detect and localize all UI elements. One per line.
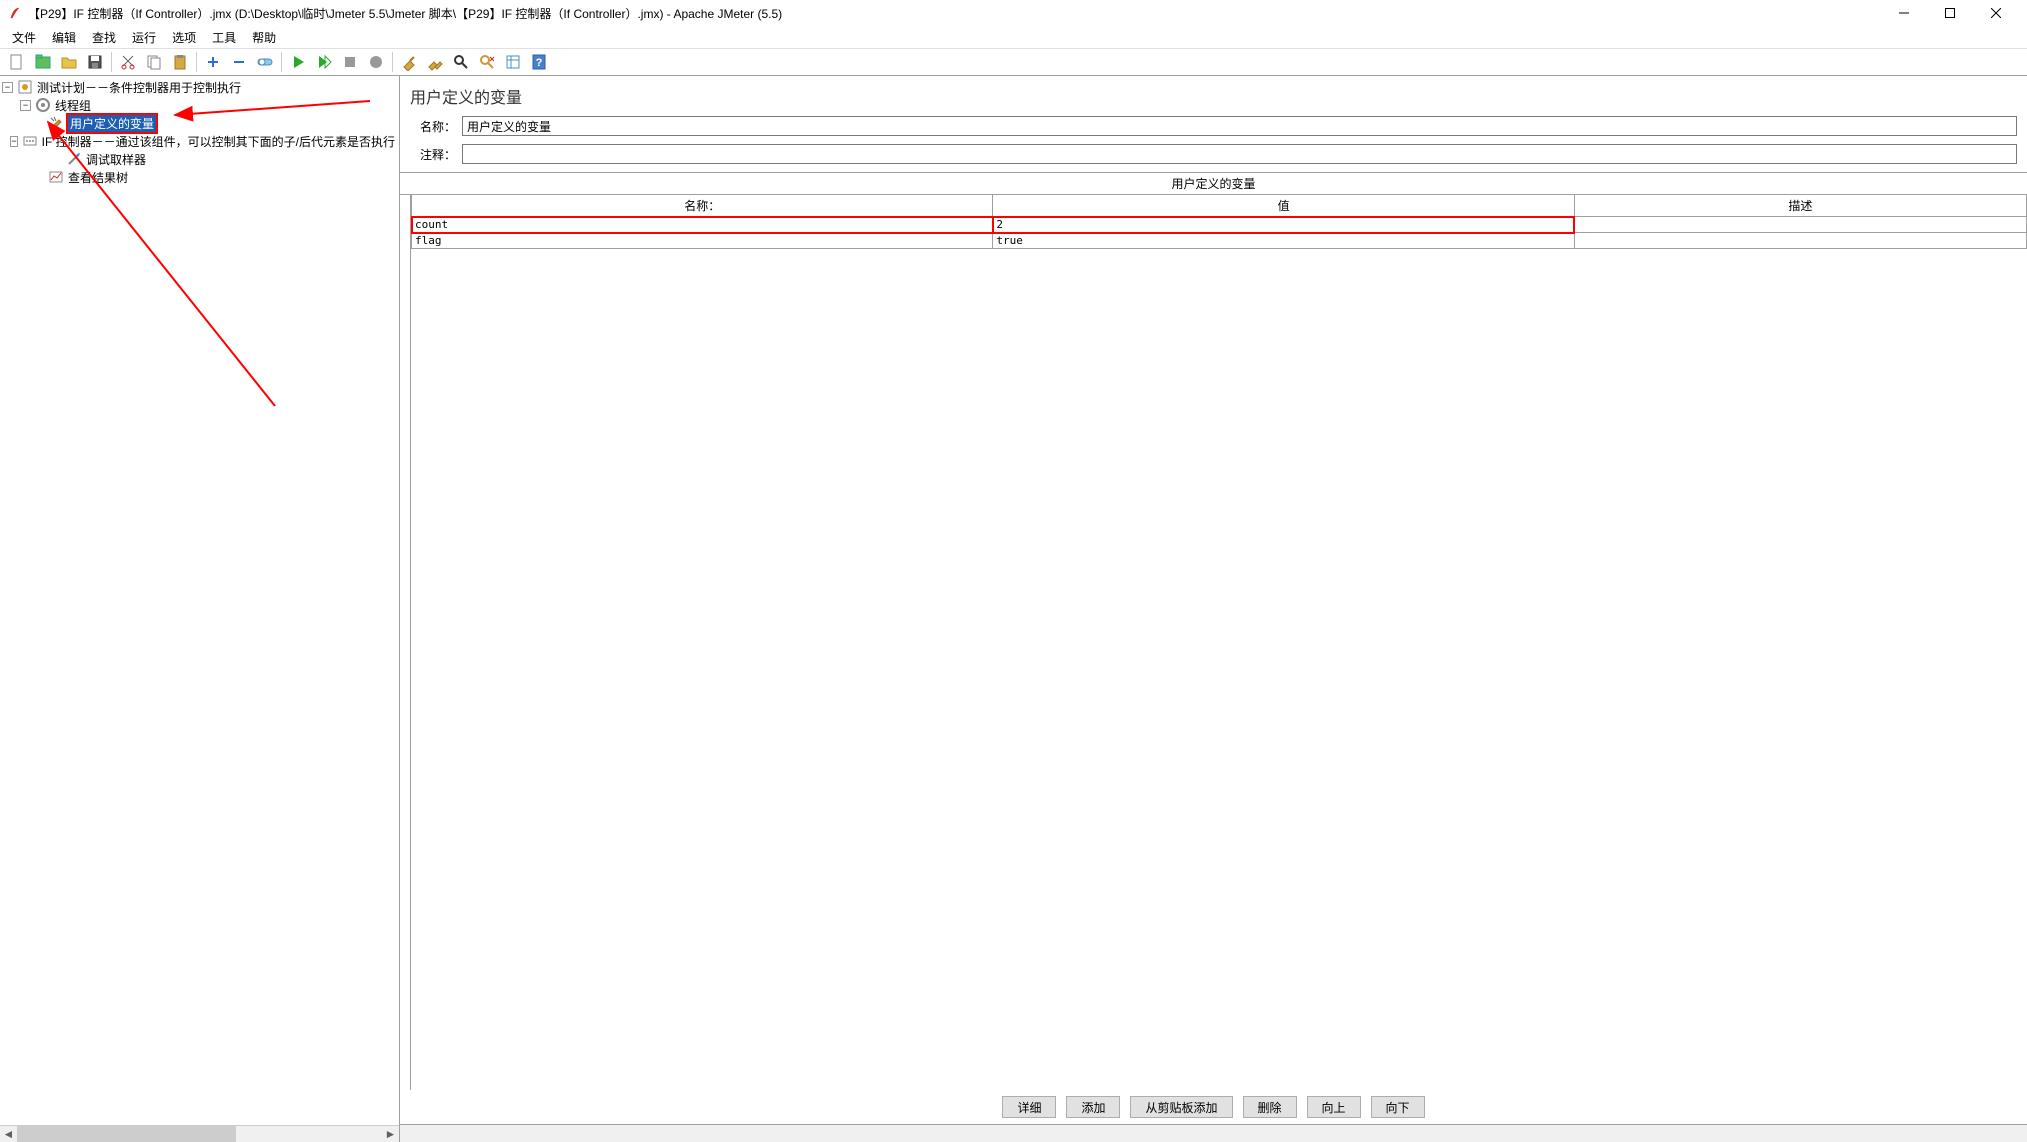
copy-icon[interactable] [142, 50, 166, 74]
function-helper-icon[interactable] [501, 50, 525, 74]
tree-pane: − 测试计划－－条件控制器用于控制执行 − 线程组 用户定义的变量 − IF 控… [0, 76, 400, 1142]
config-icon [48, 115, 64, 131]
menu-edit[interactable]: 编辑 [44, 27, 84, 48]
sampler-icon [66, 151, 82, 167]
comment-input[interactable] [462, 144, 2017, 164]
start-icon[interactable] [286, 50, 310, 74]
menu-bar: 文件 编辑 查找 运行 选项 工具 帮助 [0, 26, 2027, 48]
shutdown-icon[interactable] [364, 50, 388, 74]
collapse-toggle[interactable]: − [20, 100, 31, 111]
tree-scrollbar-horizontal[interactable]: ◄ ► [0, 1125, 399, 1142]
cell-desc[interactable] [1574, 233, 2026, 249]
comment-row: 注释： [400, 140, 2027, 168]
tree-view-results[interactable]: 查看结果树 [2, 168, 397, 186]
window-controls [1881, 0, 2019, 26]
cell-value[interactable]: 2 [993, 217, 1574, 233]
panel-title: 用户定义的变量 [400, 76, 2027, 112]
menu-help[interactable]: 帮助 [244, 27, 284, 48]
col-desc[interactable]: 描述 [1574, 195, 2026, 217]
controller-icon [22, 133, 38, 149]
listener-icon [48, 169, 64, 185]
editor-panel: 用户定义的变量 名称： 注释： 用户定义的变量 名称： 值 描述 [400, 76, 2027, 1142]
open-icon[interactable] [57, 50, 81, 74]
reset-search-icon[interactable] [475, 50, 499, 74]
expand-icon[interactable] [201, 50, 225, 74]
app-icon [8, 6, 22, 20]
scroll-left-icon[interactable]: ◄ [0, 1126, 17, 1142]
toggle-icon[interactable] [253, 50, 277, 74]
col-name[interactable]: 名称： [412, 195, 993, 217]
comment-label: 注释： [410, 146, 456, 163]
status-bar [400, 1124, 2027, 1142]
down-button[interactable]: 向下 [1371, 1096, 1425, 1118]
templates-icon[interactable] [31, 50, 55, 74]
maximize-button[interactable] [1927, 0, 1973, 26]
menu-file[interactable]: 文件 [4, 27, 44, 48]
menu-tools[interactable]: 工具 [204, 27, 244, 48]
table-row[interactable]: flag true [412, 233, 2027, 249]
add-from-clipboard-button[interactable]: 从剪贴板添加 [1130, 1096, 1232, 1118]
collapse-icon[interactable] [227, 50, 251, 74]
window-title: 【P29】IF 控制器（If Controller）.jmx (D:\Deskt… [28, 5, 1881, 22]
svg-text:?: ? [536, 57, 543, 69]
tree-udv[interactable]: 用户定义的变量 [2, 114, 397, 132]
button-bar: 详细 添加 从剪贴板添加 删除 向上 向下 [400, 1090, 2027, 1124]
paste-icon[interactable] [168, 50, 192, 74]
menu-run[interactable]: 运行 [124, 27, 164, 48]
scroll-right-icon[interactable]: ► [382, 1126, 399, 1142]
toolbar: ? [0, 48, 2027, 76]
save-icon[interactable] [83, 50, 107, 74]
cell-desc[interactable] [1574, 217, 2026, 233]
stop-icon[interactable] [338, 50, 362, 74]
menu-search[interactable]: 查找 [84, 27, 124, 48]
table-row[interactable]: count 2 [412, 217, 2027, 233]
name-input[interactable] [462, 116, 2017, 136]
variables-table-wrap: 名称： 值 描述 count 2 flag true [410, 195, 2027, 1090]
tree-root[interactable]: − 测试计划－－条件控制器用于控制执行 [2, 78, 397, 96]
tree-debug-sampler[interactable]: 调试取样器 [2, 150, 397, 168]
col-value[interactable]: 值 [993, 195, 1574, 217]
cell-value[interactable]: true [993, 233, 1574, 249]
title-bar: 【P29】IF 控制器（If Controller）.jmx (D:\Deskt… [0, 0, 2027, 26]
threadgroup-icon [35, 97, 51, 113]
delete-button[interactable]: 删除 [1243, 1096, 1297, 1118]
name-label: 名称： [410, 118, 456, 135]
new-icon[interactable] [5, 50, 29, 74]
clear-all-icon[interactable] [423, 50, 447, 74]
collapse-toggle[interactable]: − [2, 82, 13, 93]
tree-if-controller[interactable]: − IF 控制器－－通过该组件，可以控制其下面的子/后代元素是否执行 [2, 132, 397, 150]
collapse-toggle[interactable]: − [10, 136, 17, 147]
scroll-thumb[interactable] [17, 1126, 236, 1142]
name-row: 名称： [400, 112, 2027, 140]
help-icon[interactable]: ? [527, 50, 551, 74]
variables-table[interactable]: 名称： 值 描述 count 2 flag true [411, 195, 2027, 249]
up-button[interactable]: 向上 [1307, 1096, 1361, 1118]
testplan-icon [17, 79, 33, 95]
cut-icon[interactable] [116, 50, 140, 74]
section-header: 用户定义的变量 [400, 172, 2027, 195]
add-button[interactable]: 添加 [1066, 1096, 1120, 1118]
tree-thread-group[interactable]: − 线程组 [2, 96, 397, 114]
menu-options[interactable]: 选项 [164, 27, 204, 48]
minimize-button[interactable] [1881, 0, 1927, 26]
cell-name[interactable]: count [412, 217, 993, 233]
table-header-row: 名称： 值 描述 [412, 195, 2027, 217]
search-icon[interactable] [449, 50, 473, 74]
cell-name[interactable]: flag [412, 233, 993, 249]
main-area: − 测试计划－－条件控制器用于控制执行 − 线程组 用户定义的变量 − IF 控… [0, 76, 2027, 1142]
close-button[interactable] [1973, 0, 2019, 26]
clear-icon[interactable] [397, 50, 421, 74]
detail-button[interactable]: 详细 [1002, 1096, 1056, 1118]
test-plan-tree[interactable]: − 测试计划－－条件控制器用于控制执行 − 线程组 用户定义的变量 − IF 控… [0, 76, 399, 188]
start-no-timers-icon[interactable] [312, 50, 336, 74]
